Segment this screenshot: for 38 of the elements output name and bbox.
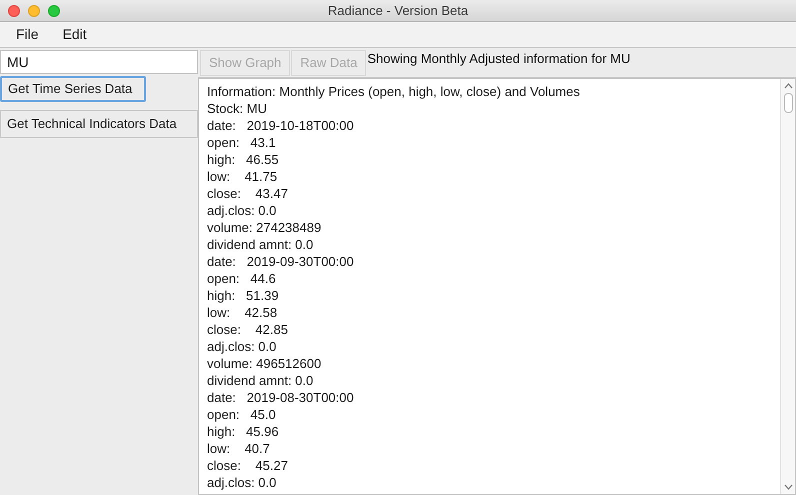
- scroll-down-icon[interactable]: [784, 484, 792, 490]
- output-line: low: 41.75: [207, 168, 278, 185]
- output-line: dividend amnt: 0.0: [207, 236, 314, 253]
- output-line: volume: 274238489: [207, 219, 322, 236]
- close-window-icon[interactable]: [8, 4, 20, 16]
- scroll-up-icon[interactable]: [784, 83, 792, 89]
- status-message: Showing Monthly Adjusted information for MU: [367, 50, 630, 68]
- output-line: high: 46.55: [207, 151, 280, 168]
- output-line: high: 51.39: [207, 287, 280, 304]
- output-line: low: 42.58: [207, 304, 278, 321]
- output-line: Information: Monthly Prices (open, high, low, close) and Volumes: [207, 83, 581, 100]
- output-line: adj.clos: 0.0: [207, 338, 278, 355]
- output-line: date: 2019-08-30T00:00: [207, 389, 355, 406]
- output-line: open: 43.1: [207, 134, 277, 151]
- output-line: open: 45.0: [207, 406, 277, 423]
- output-line: volume: 496512600: [207, 355, 322, 372]
- output-line: dividend amnt: 0.0: [207, 372, 314, 389]
- minimize-window-icon[interactable]: [28, 4, 40, 16]
- output-line: date: 2019-10-18T00:00: [207, 117, 355, 134]
- window-title: Radiance - Version Beta: [328, 2, 468, 18]
- output-line: adj.clos: 0.0: [207, 474, 278, 491]
- symbol-input-field[interactable]: MU: [0, 50, 198, 74]
- side-button[interactable]: Get Time Series Data: [0, 76, 146, 102]
- scroll-thumb[interactable]: [784, 93, 792, 113]
- output-line: date: 2019-09-30T00:00: [207, 253, 355, 270]
- output-line: close: 45.27: [207, 457, 289, 474]
- output-line: high: 45.96: [207, 423, 280, 440]
- zoom-window-icon[interactable]: [48, 4, 60, 16]
- output-line: adj.clos: 0.0: [207, 202, 278, 219]
- output-line: close: 43.47: [207, 185, 289, 202]
- menu-item[interactable]: Edit: [52, 24, 97, 45]
- vertical-scrollbar[interactable]: [780, 79, 795, 494]
- output-line: low: 40.7: [207, 440, 271, 457]
- side-button[interactable]: Get Technical Indicators Data: [0, 110, 198, 138]
- menu-item[interactable]: File: [6, 24, 49, 45]
- output-line: Stock: MU: [207, 100, 268, 117]
- output-line: close: 42.85: [207, 321, 289, 338]
- output-line: open: 44.6: [207, 270, 277, 287]
